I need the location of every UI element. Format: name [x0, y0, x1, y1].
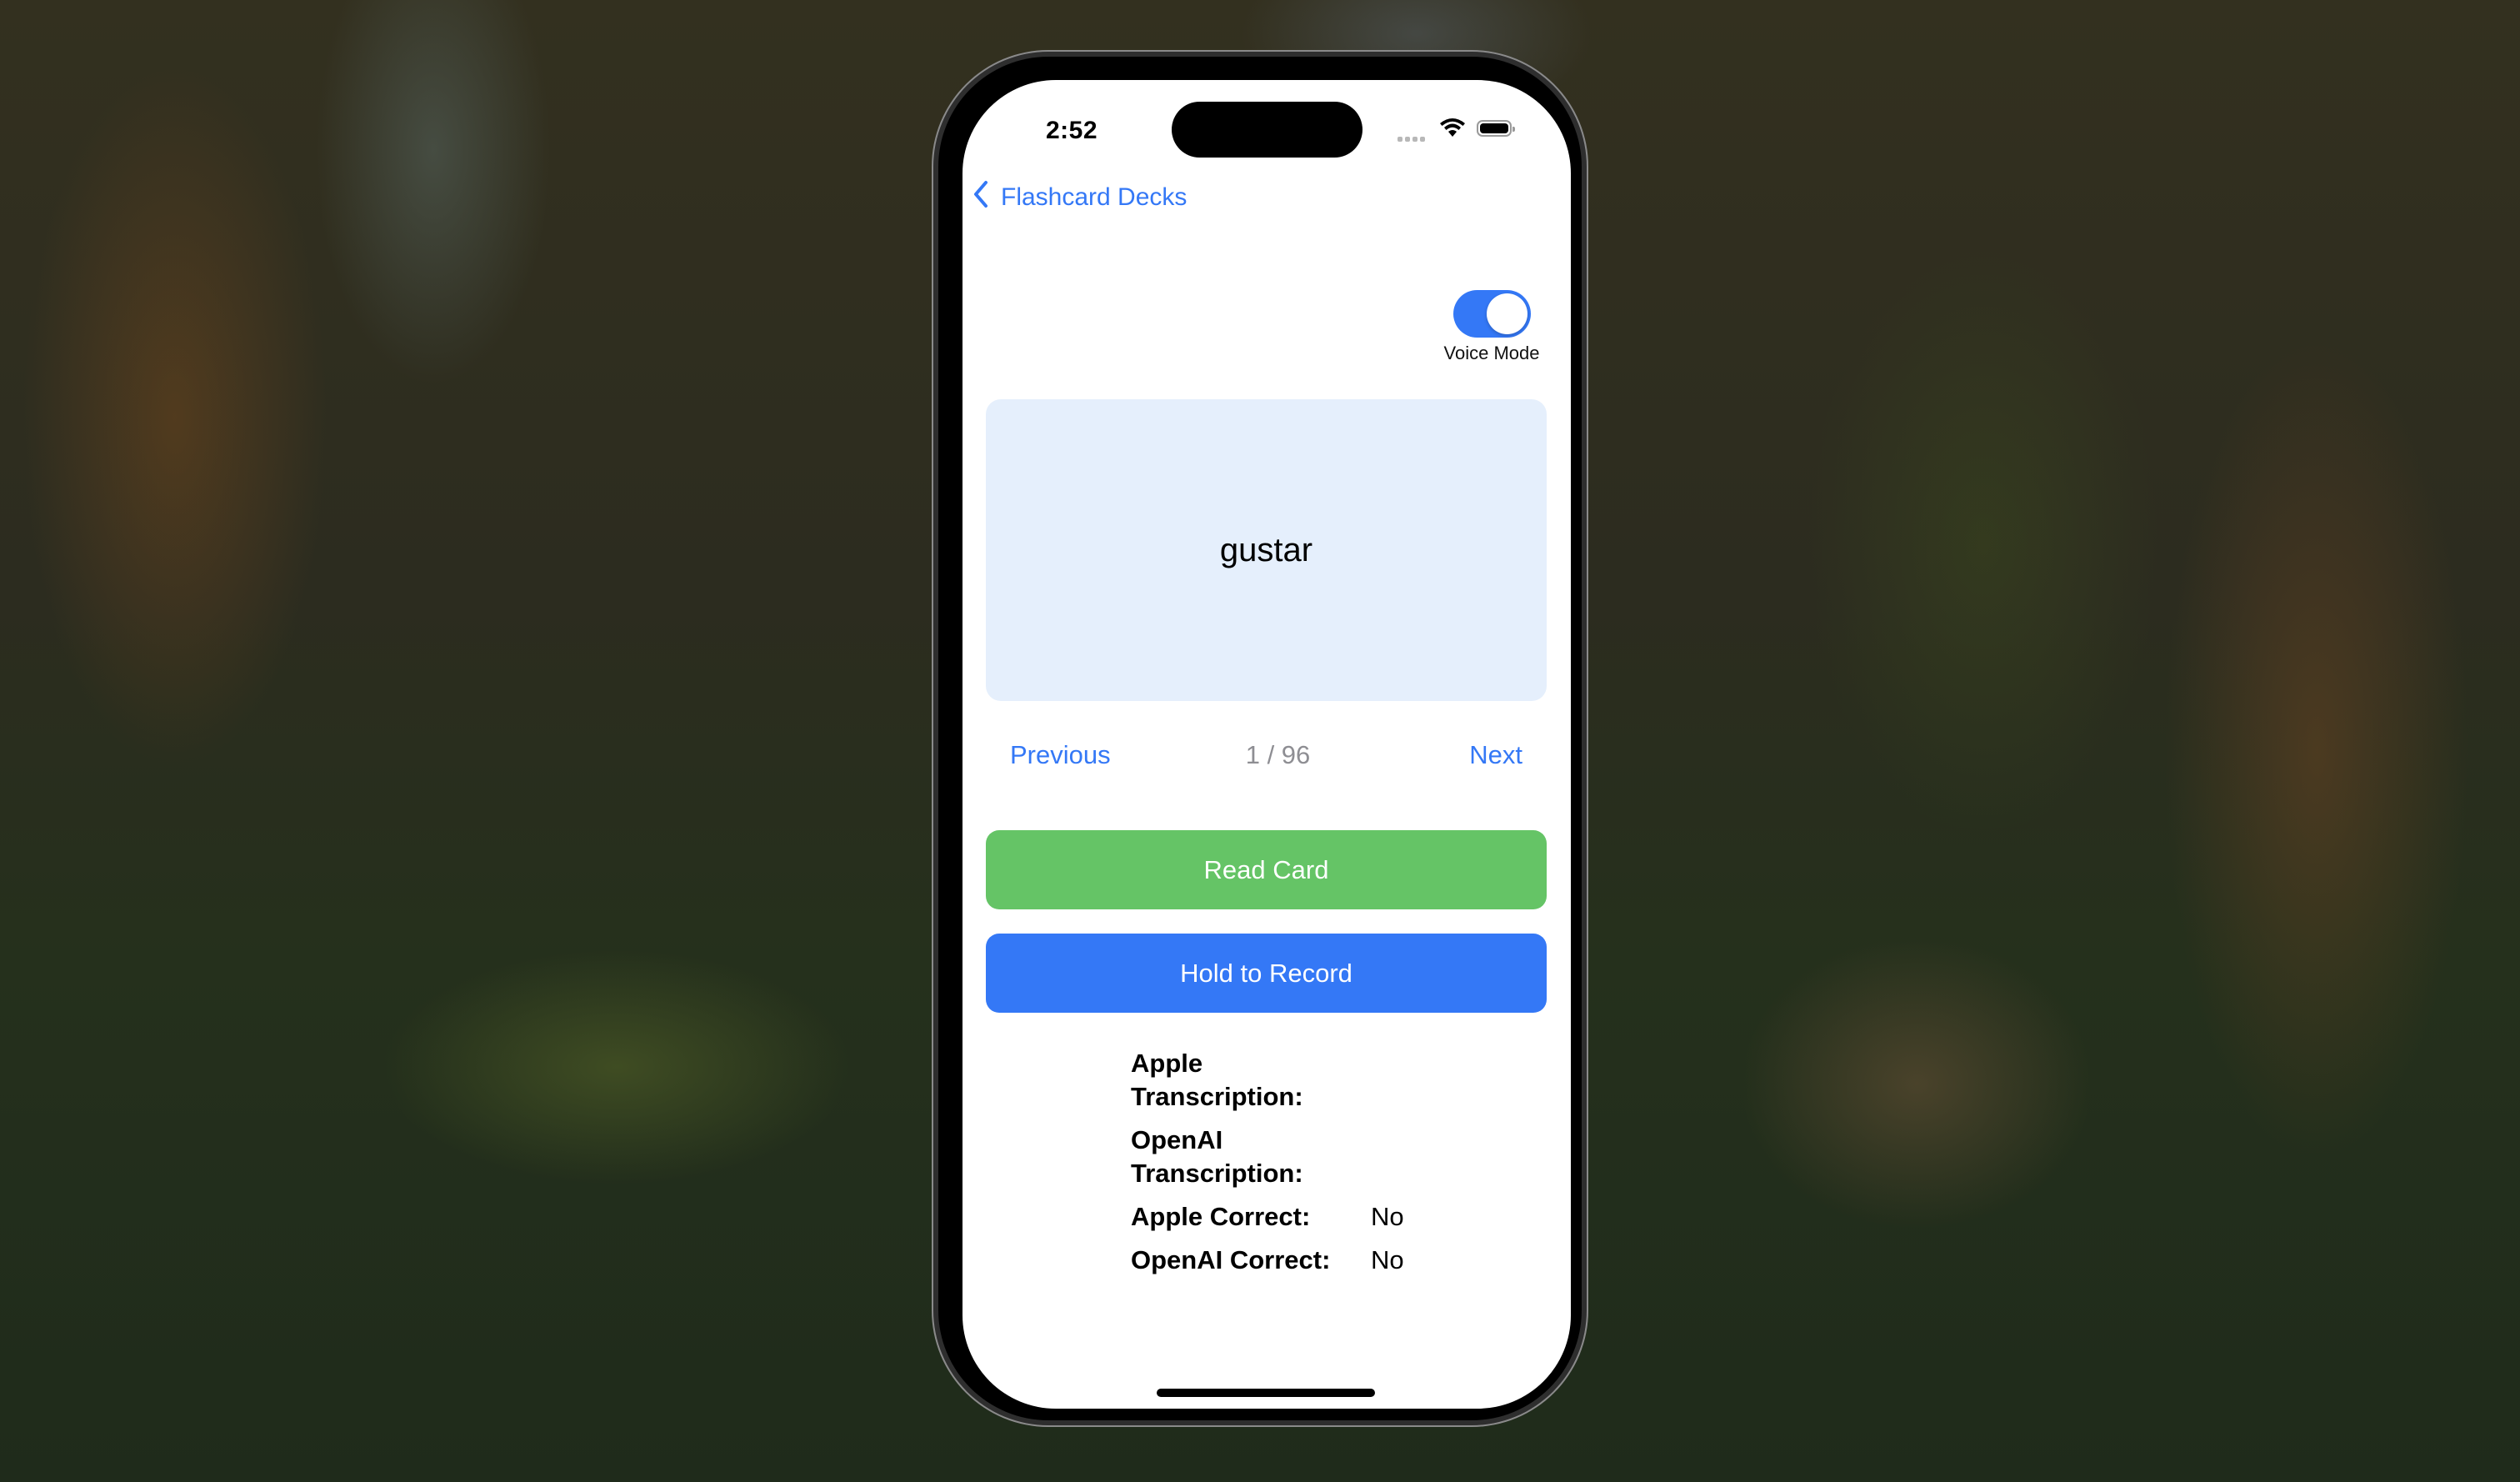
- apple-correct-value: No: [1371, 1202, 1404, 1231]
- apple-correct-label: Apple Correct:: [1131, 1202, 1311, 1231]
- wifi-icon: [1439, 118, 1466, 143]
- card-counter: 1 / 96: [1245, 740, 1311, 769]
- openai-correct-label: OpenAI Correct:: [1131, 1245, 1331, 1274]
- status-time: 2:52: [1046, 117, 1098, 144]
- voice-mode-label: Voice Mode: [1443, 343, 1540, 363]
- voice-mode-toggle[interactable]: [1452, 290, 1531, 338]
- chevron-left-icon: [972, 180, 989, 215]
- phone-frame: 2:52 Flashcard Decks Voice Mode gustar P…: [932, 50, 1588, 1427]
- dynamic-island: [1172, 102, 1362, 158]
- battery-icon: [1477, 120, 1515, 137]
- result-row: Apple Correct: No: [1131, 1200, 1481, 1234]
- read-card-button[interactable]: Read Card: [986, 830, 1547, 909]
- card-pager: Previous 1 / 96 Next: [986, 732, 1547, 782]
- result-row: OpenAI Transcription:: [1131, 1124, 1481, 1190]
- voice-mode-control: Voice Mode: [1433, 290, 1550, 364]
- back-label: Flashcard Decks: [1001, 183, 1188, 211]
- signal-dots-icon: [1398, 137, 1425, 142]
- apple-transcription-label: Apple Transcription:: [1131, 1049, 1303, 1111]
- flashcard[interactable]: gustar: [986, 399, 1547, 701]
- transcription-results: Apple Transcription: OpenAI Transcriptio…: [1131, 1047, 1481, 1287]
- phone-bezel: 2:52 Flashcard Decks Voice Mode gustar P…: [938, 57, 1582, 1420]
- home-indicator[interactable]: [1157, 1389, 1375, 1397]
- next-button[interactable]: Next: [1469, 740, 1522, 770]
- back-button[interactable]: Flashcard Decks: [972, 180, 1187, 215]
- flashcard-word: gustar: [1219, 531, 1313, 568]
- result-row: Apple Transcription:: [1131, 1047, 1481, 1114]
- openai-correct-value: No: [1371, 1245, 1404, 1274]
- toggle-knob: [1486, 293, 1528, 334]
- result-row: OpenAI Correct: No: [1131, 1244, 1481, 1277]
- phone-screen: 2:52 Flashcard Decks Voice Mode gustar P…: [962, 80, 1571, 1409]
- hold-to-record-button[interactable]: Hold to Record: [986, 934, 1547, 1013]
- openai-transcription-label: OpenAI Transcription:: [1131, 1125, 1303, 1188]
